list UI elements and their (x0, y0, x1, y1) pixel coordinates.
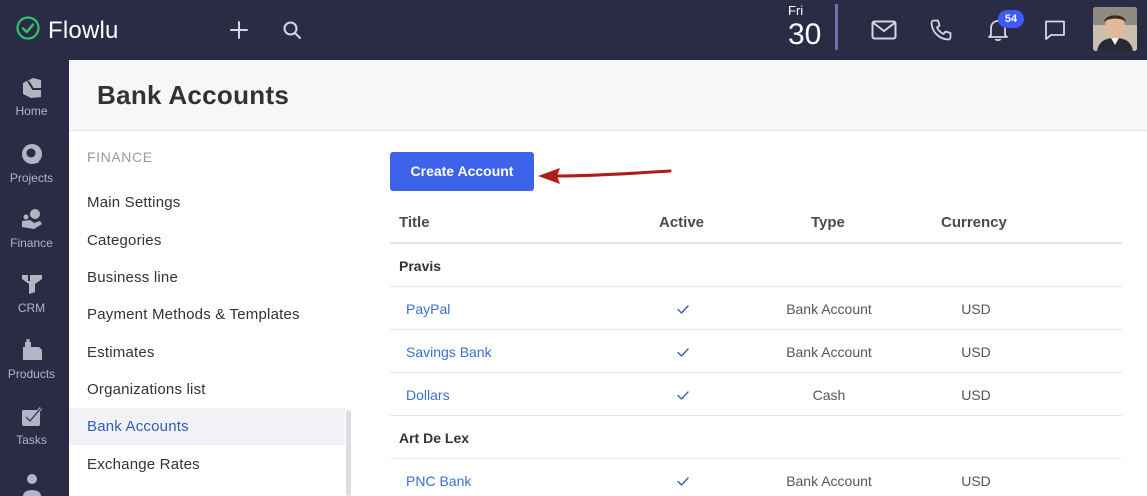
phone-icon[interactable] (927, 16, 955, 44)
group-title: Pravis (399, 258, 442, 274)
create-account-button[interactable]: Create Account (390, 152, 534, 191)
annotation-arrow (538, 168, 672, 184)
check-icon (677, 391, 689, 400)
finance-icon (19, 207, 45, 231)
account-title-link[interactable]: PNC Bank (406, 472, 471, 490)
projects-icon (19, 142, 45, 166)
crm-icon (19, 272, 45, 296)
column-header-title[interactable]: Title (399, 214, 430, 232)
account-title-link[interactable]: Dollars (406, 386, 450, 404)
check-icon (677, 477, 689, 486)
nav-label-products: Products (7, 367, 56, 381)
products-icon (19, 338, 45, 362)
account-currency: USD (961, 344, 991, 360)
home-icon (19, 76, 45, 100)
date-number: 30 (788, 18, 822, 51)
menu-scrollbar[interactable] (346, 410, 351, 496)
nav-item-crm[interactable]: CRM (0, 270, 69, 334)
menu-item-exchange-rates[interactable]: Exchange Rates (69, 446, 345, 483)
page-title: Bank Accounts (97, 80, 290, 110)
mail-icon[interactable] (870, 16, 898, 44)
nav-item-contacts[interactable] (0, 468, 69, 496)
search-icon[interactable] (278, 16, 306, 44)
nav-item-products[interactable]: Products (0, 336, 69, 400)
menu-section-title: FINANCE (87, 149, 153, 165)
account-currency: USD (961, 301, 991, 317)
group-row: Pravis (390, 244, 1122, 287)
nav-label-crm: CRM (17, 301, 46, 315)
brand-name: Flowlu (48, 16, 119, 44)
account-type: Bank Account (786, 301, 872, 317)
column-header-type[interactable]: Type (811, 214, 845, 232)
logo[interactable]: Flowlu (16, 16, 119, 45)
top-bar: Flowlu Fri 30 54 (0, 0, 1147, 60)
menu-item-payment-methods[interactable]: Payment Methods & Templates (69, 296, 345, 333)
menu-item-bank-accounts[interactable]: Bank Accounts (69, 408, 345, 445)
chat-icon[interactable] (1041, 16, 1069, 44)
group-row: Art De Lex (390, 416, 1122, 459)
page-header: Bank Accounts (69, 60, 1147, 131)
logo-check-icon (16, 16, 40, 45)
column-header-currency[interactable]: Currency (941, 214, 1007, 232)
nav-item-finance[interactable]: Finance (0, 205, 69, 269)
check-icon (677, 348, 689, 357)
user-avatar[interactable] (1093, 7, 1137, 51)
tasks-icon (19, 404, 45, 428)
nav-item-tasks[interactable]: Tasks (0, 402, 69, 466)
nav-label-tasks: Tasks (16, 433, 47, 447)
date-day: Fri (788, 3, 804, 18)
account-type: Bank Account (786, 473, 872, 489)
menu-item-main-settings[interactable]: Main Settings (69, 184, 345, 221)
menu-item-business-line[interactable]: Business line (69, 259, 345, 296)
check-icon (677, 305, 689, 314)
group-title: Art De Lex (399, 430, 470, 446)
account-type: Cash (812, 387, 846, 403)
account-title-link[interactable]: Savings Bank (406, 343, 492, 361)
nav-item-projects[interactable]: Projects (0, 140, 69, 204)
main-navigation: Home Projects Finance CRM Products Tasks (0, 60, 69, 496)
settings-menu: FINANCE Main Settings Categories Busines… (69, 131, 355, 496)
table-row[interactable]: Savings Bank Bank Account USD (390, 330, 1122, 373)
table-row[interactable]: PayPal Bank Account USD (390, 287, 1122, 330)
date-divider (835, 4, 838, 50)
table-row[interactable]: Dollars Cash USD (390, 373, 1122, 416)
add-icon[interactable] (225, 16, 253, 44)
account-currency: USD (961, 473, 991, 489)
nav-item-home[interactable]: Home (0, 74, 69, 138)
account-type: Bank Account (786, 344, 872, 360)
account-title-link[interactable]: PayPal (406, 300, 450, 318)
menu-item-organizations-list[interactable]: Organizations list (69, 371, 345, 408)
column-header-active[interactable]: Active (659, 214, 704, 232)
account-currency: USD (961, 387, 991, 403)
nav-label-home: Home (15, 104, 48, 118)
date-widget[interactable]: Fri 30 (788, 2, 832, 52)
menu-item-estimates[interactable]: Estimates (69, 334, 345, 371)
nav-label-projects: Projects (9, 171, 54, 185)
menu-item-categories[interactable]: Categories (69, 222, 345, 259)
nav-label-finance: Finance (10, 236, 53, 250)
table-row[interactable]: PNC Bank Bank Account USD (390, 459, 1122, 496)
contacts-icon (19, 471, 45, 496)
notification-badge: 54 (998, 10, 1024, 28)
